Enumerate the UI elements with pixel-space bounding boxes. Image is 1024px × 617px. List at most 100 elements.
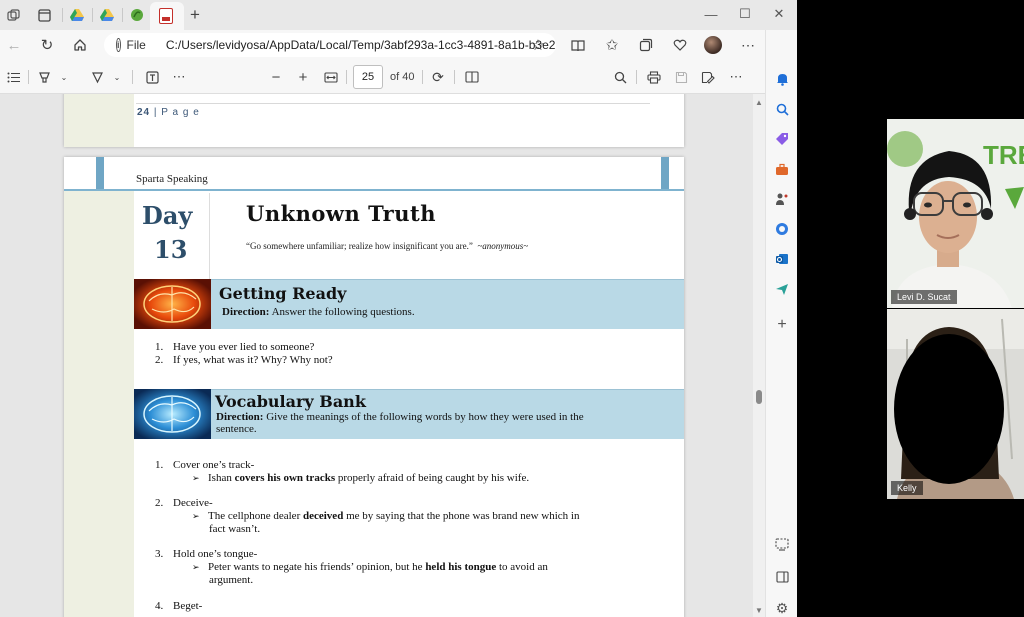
outlook-icon[interactable] — [773, 250, 791, 268]
fit-to-width-icon[interactable] — [323, 68, 339, 86]
participant-name: Kelly — [891, 481, 923, 495]
header-accent-left — [96, 157, 104, 191]
screenshot-icon[interactable] — [773, 535, 791, 553]
highlight-dropdown-icon[interactable]: ⌄ — [58, 68, 70, 86]
participant-video-levi: TRE — [887, 119, 1024, 308]
participant-name: Levi D. Sucat — [891, 290, 957, 304]
sentence-text: to avoid an — [496, 561, 548, 573]
tab-drive-1[interactable] — [68, 6, 86, 24]
info-icon[interactable]: i — [116, 38, 121, 52]
video-call-panel: TRE Levi D. Sucat Kelly — [797, 0, 1024, 617]
address-bar-row: ← ↻ i File C:/Users/levidyosa/AppData/Lo… — [0, 30, 797, 60]
browser-essentials-icon[interactable] — [670, 35, 690, 55]
rotate-icon[interactable]: ⟳ — [430, 68, 446, 86]
scroll-down-icon[interactable]: ▼ — [755, 606, 763, 615]
header-accent-right — [661, 157, 669, 191]
collections-icon[interactable] — [636, 35, 656, 55]
scroll-up-icon[interactable]: ▲ — [755, 98, 763, 107]
vocab-sentence: ➢ Ishan covers his own tracks properly af… — [192, 472, 529, 484]
sentence-bold: covers his own tracks — [234, 472, 336, 484]
pdf-viewport[interactable]: 24 | P a g e Sparta Speaking Day 13 Unkn… — [0, 94, 753, 617]
sentence-text: Ishan — [208, 472, 235, 484]
maximize-icon[interactable]: ☐ — [730, 4, 760, 24]
text-box-icon[interactable] — [144, 68, 160, 86]
footer-rule — [136, 103, 650, 104]
tools-briefcase-icon[interactable] — [773, 160, 791, 178]
edge-sidebar: + ⚙ — [765, 30, 797, 617]
tab-green-app[interactable] — [128, 6, 146, 24]
page-footer-word: P a g e — [161, 107, 200, 118]
add-sidebar-app-icon[interactable]: + — [773, 316, 791, 334]
url-text[interactable]: C:/Users/levidyosa/AppData/Local/Temp/3a… — [166, 38, 556, 52]
day-label: Day — [142, 201, 193, 230]
toolbar-separator — [28, 70, 29, 84]
pdf-more-icon[interactable]: ⋯ — [728, 68, 744, 86]
notification-bell-icon[interactable] — [773, 70, 791, 88]
item-number: 1. — [155, 459, 164, 471]
zoom-out-icon[interactable]: − — [268, 68, 284, 86]
reading-view-icon[interactable] — [568, 35, 588, 55]
header-rule — [64, 189, 684, 191]
draw-icon[interactable] — [89, 68, 105, 86]
term-text: Hold one’s tongue- — [173, 548, 258, 560]
toolbar-separator — [346, 70, 347, 84]
home-icon[interactable] — [70, 35, 90, 55]
profile-avatar[interactable] — [703, 35, 723, 55]
list-item: 2. If yes, what was it? Why? Why not? — [155, 354, 333, 366]
previous-page: 24 | P a g e — [64, 94, 684, 147]
term-text: Deceive- — [173, 497, 213, 509]
shopping-tag-icon[interactable] — [773, 130, 791, 148]
sentence-text: Peter wants to negate his friends’ opini… — [208, 561, 426, 573]
microsoft-365-icon[interactable] — [773, 220, 791, 238]
more-options-icon[interactable]: ⋯ — [738, 35, 758, 55]
settings-gear-icon[interactable]: ⚙ — [773, 599, 791, 617]
close-icon[interactable]: ✕ — [764, 4, 794, 24]
direction-text: Give the meanings of the following words… — [263, 411, 584, 423]
brain-fire-icon — [134, 279, 211, 329]
tab-pdf-active[interactable] — [150, 2, 184, 30]
minimize-icon[interactable]: — — [696, 4, 726, 24]
contents-icon[interactable] — [5, 68, 21, 86]
list-item: 1. Have you ever lied to someone? — [155, 341, 314, 353]
address-field[interactable]: i File C:/Users/levidyosa/AppData/Local/… — [104, 33, 556, 57]
item-number: 2. — [155, 497, 164, 509]
vocabulary-direction-continued: sentence. — [216, 423, 257, 435]
refresh-icon[interactable]: ↻ — [37, 35, 57, 55]
item-text: If yes, what was it? Why? Why not? — [173, 354, 333, 366]
participant-tile[interactable]: TRE Levi D. Sucat — [887, 119, 1024, 308]
drop-send-icon[interactable] — [773, 280, 791, 298]
more-tools-icon[interactable]: ⋯ — [171, 68, 187, 86]
quote-text: “Go somewhere unfamiliar; realize how in… — [246, 241, 473, 251]
save-icon[interactable] — [673, 68, 689, 86]
getting-ready-band — [134, 279, 684, 329]
item-number: 1. — [155, 341, 164, 353]
participant-tile[interactable]: Kelly — [887, 309, 1024, 499]
favorites-icon[interactable]: ✩ — [602, 35, 622, 55]
vocab-term: 1. Cover one’s track- — [155, 459, 254, 471]
save-as-icon[interactable] — [700, 68, 716, 86]
page-view-icon[interactable] — [464, 68, 480, 86]
find-icon[interactable] — [612, 68, 628, 86]
highlight-icon[interactable] — [36, 68, 52, 86]
new-tab-icon[interactable]: + — [186, 5, 204, 24]
lesson-quote: “Go somewhere unfamiliar; realize how in… — [246, 241, 528, 251]
direction-label: Direction: — [222, 306, 270, 318]
sidebar-toggle-icon[interactable] — [773, 568, 791, 586]
scroll-thumb[interactable] — [756, 390, 762, 404]
tab-drive-2[interactable] — [98, 6, 116, 24]
page-number-input[interactable]: 25 — [353, 65, 383, 89]
favorite-star-icon[interactable]: ☆ — [528, 35, 548, 55]
arrow-bullet-icon: ➢ — [192, 562, 200, 572]
search-icon[interactable] — [773, 100, 791, 118]
zoom-in-icon[interactable]: + — [295, 68, 311, 86]
getting-ready-direction: Direction: Answer the following question… — [222, 306, 415, 318]
draw-dropdown-icon[interactable]: ⌄ — [111, 68, 123, 86]
pdf-icon — [159, 8, 173, 24]
tab-actions-icon[interactable] — [35, 6, 53, 24]
page-margin-strip — [64, 94, 134, 147]
workspaces-icon[interactable] — [4, 6, 22, 24]
back-icon[interactable]: ← — [4, 35, 24, 55]
vertical-scrollbar[interactable]: ▲ ▼ — [753, 94, 765, 617]
games-icon[interactable] — [773, 190, 791, 208]
print-icon[interactable] — [646, 68, 662, 86]
